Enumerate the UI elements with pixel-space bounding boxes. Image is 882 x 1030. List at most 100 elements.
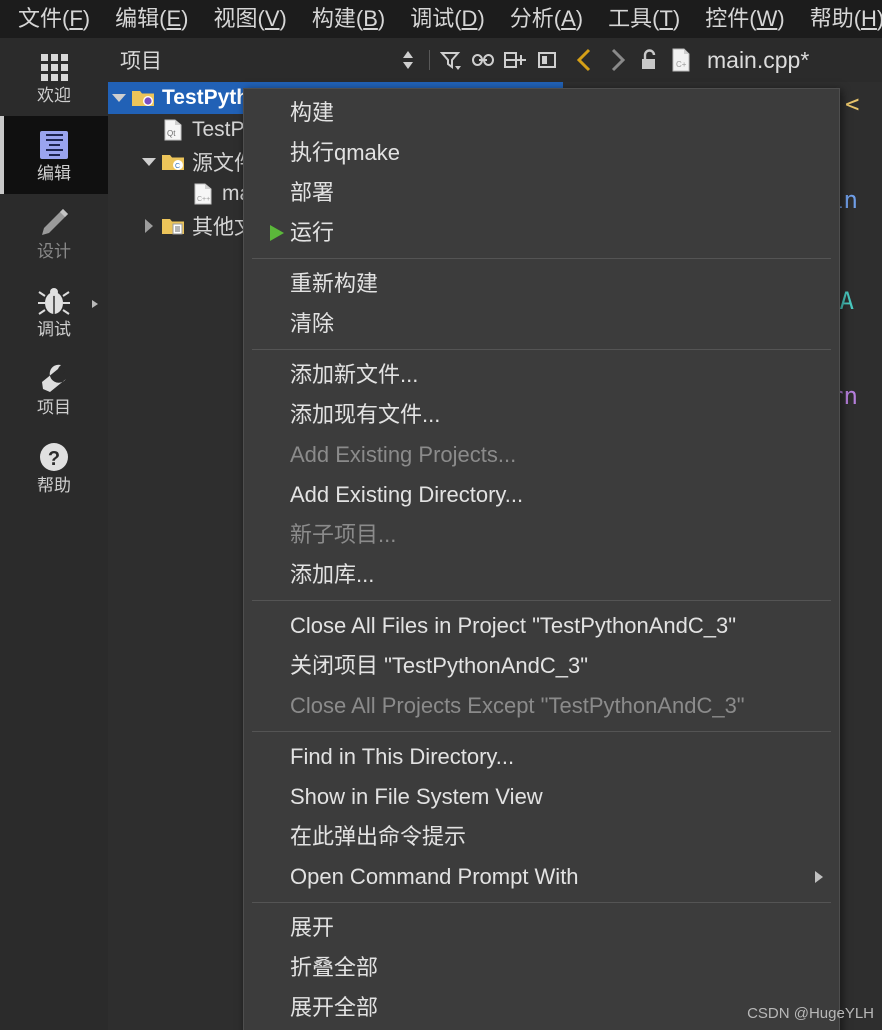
menu-2[interactable]: 编辑(E) <box>115 8 188 30</box>
edit-icon <box>40 131 68 159</box>
svg-text:?: ? <box>48 448 60 470</box>
toolbar-divider <box>429 50 430 70</box>
link-icon[interactable] <box>469 46 497 74</box>
edit-icon-wrap <box>40 128 68 162</box>
pencil-icon-wrap <box>37 206 71 240</box>
context-menu-item[interactable]: 关闭项目 "TestPythonAndC_3" <box>244 646 839 686</box>
context-menu-item[interactable]: Show in File System View <box>244 777 839 817</box>
qt-creator-window: 文件(F) 编辑(E) 视图(V) 构建(B) 调试(D) 分析(A) 工具(T) 控件(W)… <box>0 0 882 1030</box>
context-menu-item-label: Close All Projects Except "TestPythonAnd… <box>290 693 745 718</box>
context-menu-item-label: 新子项目... <box>290 522 397 547</box>
code-fragment: < <box>845 90 860 118</box>
menu-accel-close: ) <box>82 6 91 31</box>
menu-6[interactable]: 分析(A) <box>510 8 583 30</box>
context-menu-item-label: 执行qmake <box>290 140 401 165</box>
active-file-name[interactable]: main.cpp* <box>707 47 809 74</box>
split-add-icon[interactable] <box>501 46 529 74</box>
context-menu-item[interactable]: 添加库... <box>244 555 839 595</box>
context-menu-item[interactable]: 部署 <box>244 173 839 213</box>
nav-back-icon[interactable] <box>571 46 599 74</box>
project-context-menu: 构建执行qmake 部署运行重新构建清除添加新文件... 添加现有文件... Add … <box>243 88 840 1030</box>
menu-5[interactable]: 调试(D) <box>410 8 485 30</box>
menu-separator <box>252 258 831 259</box>
menu-label: 文件 <box>18 6 63 31</box>
svg-text:C+: C+ <box>676 60 687 69</box>
menu-accel: ( <box>257 6 265 31</box>
svg-text:C++: C++ <box>197 196 210 203</box>
chevron-right-icon[interactable] <box>138 219 160 233</box>
context-menu-item-label: 添加库... <box>290 562 375 587</box>
context-menu-item-label: 清除 <box>290 311 335 336</box>
other-folder-icon <box>162 219 184 235</box>
menu-9[interactable]: 帮助(H) <box>810 8 882 30</box>
mode-item-question[interactable]: ? 帮助 <box>0 428 108 506</box>
menu-accel-close: ) <box>575 6 584 31</box>
context-menu-item[interactable]: Find in This Directory... <box>244 737 839 777</box>
menu-accel-key: W <box>756 6 778 31</box>
menu-accel: ( <box>553 6 562 31</box>
context-menu-item[interactable]: 折叠全部 <box>244 948 839 988</box>
context-menu-item[interactable]: 执行qmake <box>244 133 839 173</box>
mode-item-bug[interactable]: 调试 <box>0 272 108 350</box>
mode-item-label: 帮助 <box>37 476 71 495</box>
context-menu-item[interactable]: Open Command Prompt With <box>244 857 839 897</box>
main-menu-bar: 文件(F) 编辑(E) 视图(V) 构建(B) 调试(D) 分析(A) 工具(T) 控件(W)… <box>0 0 882 38</box>
unlock-icon[interactable] <box>635 46 663 74</box>
context-menu-item[interactable]: Add Existing Directory... <box>244 475 839 515</box>
close-panel-icon[interactable] <box>533 46 561 74</box>
menu-8[interactable]: 控件(W) <box>705 8 784 30</box>
menu-accel-key: E <box>166 6 182 31</box>
filter-icon[interactable] <box>437 46 465 74</box>
submenu-arrow-icon[interactable] <box>815 871 823 883</box>
context-menu-item[interactable]: 添加现有文件... <box>244 395 839 435</box>
menu-accel-key: H <box>861 6 877 31</box>
menu-accel: ( <box>454 6 462 31</box>
context-menu-item[interactable]: 构建 <box>244 93 839 133</box>
svg-text:Qt: Qt <box>167 129 176 138</box>
grid-icon <box>40 53 68 81</box>
context-menu-item-label: 重新构建 <box>290 271 379 296</box>
menu-label: 调试 <box>410 6 455 31</box>
menu-accel-close: ) <box>181 6 189 31</box>
context-menu-item[interactable]: 在此弹出命令提示 <box>244 817 839 857</box>
context-menu-item-label: 展开 <box>290 915 335 940</box>
menu-accel-close: ) <box>777 6 785 31</box>
context-menu-item-label: Close All Files in Project "TestPythonAn… <box>290 613 737 638</box>
context-menu-item-label: Find in This Directory... <box>290 744 515 769</box>
question-icon: ? <box>40 443 68 471</box>
qt-file-icon: Qt <box>164 119 182 141</box>
chevron-down-icon[interactable] <box>108 94 130 102</box>
mode-item-edit[interactable]: 编辑 <box>0 116 108 194</box>
project-folder-icon <box>132 91 154 106</box>
grid-icon-wrap <box>40 50 68 84</box>
mode-item-wrench[interactable]: 项目 <box>0 350 108 428</box>
context-menu-item[interactable]: 展开 <box>244 908 839 948</box>
cpp-file-icon: C++ <box>194 183 212 205</box>
svg-text:C: C <box>175 163 180 170</box>
context-menu-item[interactable]: Close All Files in Project "TestPythonAn… <box>244 606 839 646</box>
context-menu-item[interactable]: 清除 <box>244 304 839 344</box>
chevron-right-icon[interactable] <box>92 300 98 308</box>
menu-3[interactable]: 视图(V) <box>213 8 286 30</box>
menu-4[interactable]: 构建(B) <box>312 8 385 30</box>
menu-accel-close: ) <box>672 6 681 31</box>
context-menu-item[interactable]: 重新构建 <box>244 264 839 304</box>
menu-1[interactable]: 文件(F) <box>18 8 90 30</box>
menu-accel: ( <box>853 6 862 31</box>
context-menu-item-label: Add Existing Projects... <box>290 442 517 467</box>
mode-item-pencil[interactable]: 设计 <box>0 194 108 272</box>
context-menu-item-label: 运行 <box>290 220 335 245</box>
sort-updown-icon[interactable] <box>394 46 422 74</box>
nav-forward-icon[interactable] <box>603 46 631 74</box>
menu-label: 帮助 <box>809 6 854 31</box>
context-menu-item-label: 关闭项目 "TestPythonAndC_3" <box>290 653 589 678</box>
menu-7[interactable]: 工具(T) <box>608 8 680 30</box>
context-menu-item-label: 部署 <box>290 180 335 205</box>
context-menu-item[interactable]: 添加新文件... <box>244 355 839 395</box>
menu-accel-key: F <box>69 6 83 31</box>
cpp-file-icon-wrap: C++ <box>190 183 216 205</box>
editor-toolbar: C+ main.cpp* <box>563 38 882 82</box>
context-menu-item[interactable]: 运行 <box>244 213 839 253</box>
mode-item-grid[interactable]: 欢迎 <box>0 38 108 116</box>
chevron-down-icon[interactable] <box>138 158 160 166</box>
